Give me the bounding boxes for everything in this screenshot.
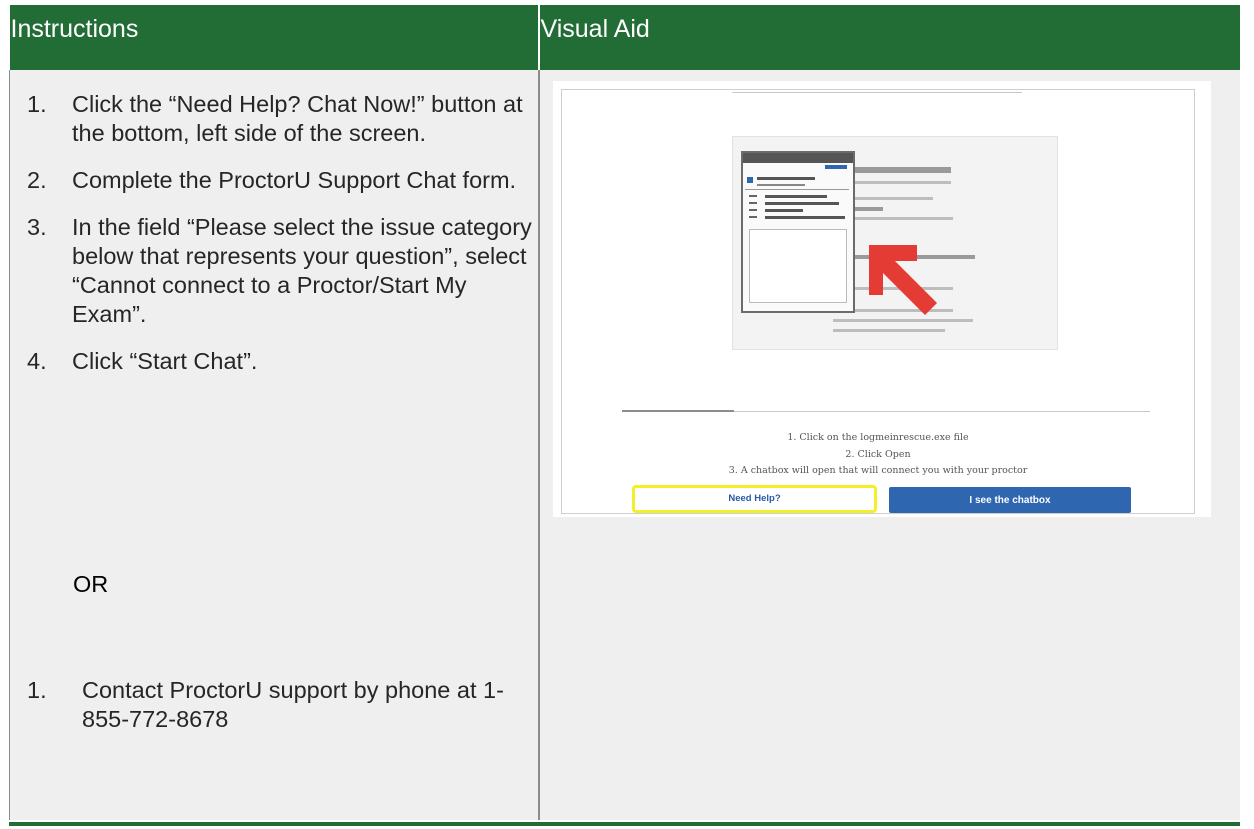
caption-step-2: 2. Click Open	[845, 449, 911, 460]
mini-line	[749, 195, 757, 197]
mini-line	[749, 202, 757, 204]
step-4: 4. Click “Start Chat”.	[27, 348, 258, 374]
screenshot-frame: 1. Click on the logmeinrescue.exe file 2…	[561, 89, 1195, 514]
mini-window-icon	[747, 177, 753, 183]
mini-window-form	[749, 229, 847, 303]
step-2: 2. Complete the ProctorU Support Chat for…	[27, 167, 517, 193]
header-visual-aid: Visual Aid	[538, 5, 1240, 70]
header-instructions: Instructions	[9, 5, 540, 70]
mini-line	[745, 189, 849, 190]
progress-fill	[622, 410, 734, 412]
mini-line	[757, 184, 805, 186]
mini-line	[749, 216, 757, 218]
illus-line	[843, 217, 953, 220]
mini-line	[765, 216, 845, 219]
caption-step-3: 3. A chatbox will open that will connect…	[728, 465, 1028, 476]
need-help-button[interactable]: Need Help?	[632, 485, 877, 513]
mini-chat-window	[741, 151, 855, 313]
phone-step-text: Contact ProctorU support by phone at 1-8…	[82, 677, 504, 732]
illus-line	[843, 181, 951, 184]
illustration-panel	[732, 136, 1058, 350]
top-rule	[732, 92, 1022, 93]
visual-aid-screenshot: 1. Click on the logmeinrescue.exe file 2…	[553, 81, 1211, 517]
step-1: 1. Click the “Need Help? Chat Now!” butto…	[27, 91, 523, 146]
see-chatbox-button[interactable]: I see the chatbox	[889, 487, 1131, 513]
illus-line	[843, 197, 933, 200]
phone-step-number: 1.	[27, 677, 47, 703]
illus-line	[843, 167, 951, 173]
mini-line	[765, 202, 839, 205]
illus-line	[833, 329, 945, 332]
mini-window-accent	[825, 165, 847, 169]
red-arrow-icon	[869, 245, 937, 315]
steps-list: 1. Click the “Need Help? Chat Now!” butto…	[9, 90, 537, 376]
mini-line	[749, 209, 757, 211]
caption-step-1: 1. Click on the logmeinrescue.exe file	[787, 432, 969, 443]
mini-line	[757, 177, 815, 180]
step-3: 3. In the field “Please select the issue …	[27, 214, 532, 327]
table-bottom-border	[9, 822, 1240, 826]
mini-window-titlebar	[743, 153, 853, 163]
or-label: OR	[73, 571, 109, 597]
mini-line	[765, 195, 827, 198]
steps-container: 1. Click the “Need Help? Chat Now!” butto…	[9, 90, 537, 394]
mini-line	[765, 209, 803, 212]
